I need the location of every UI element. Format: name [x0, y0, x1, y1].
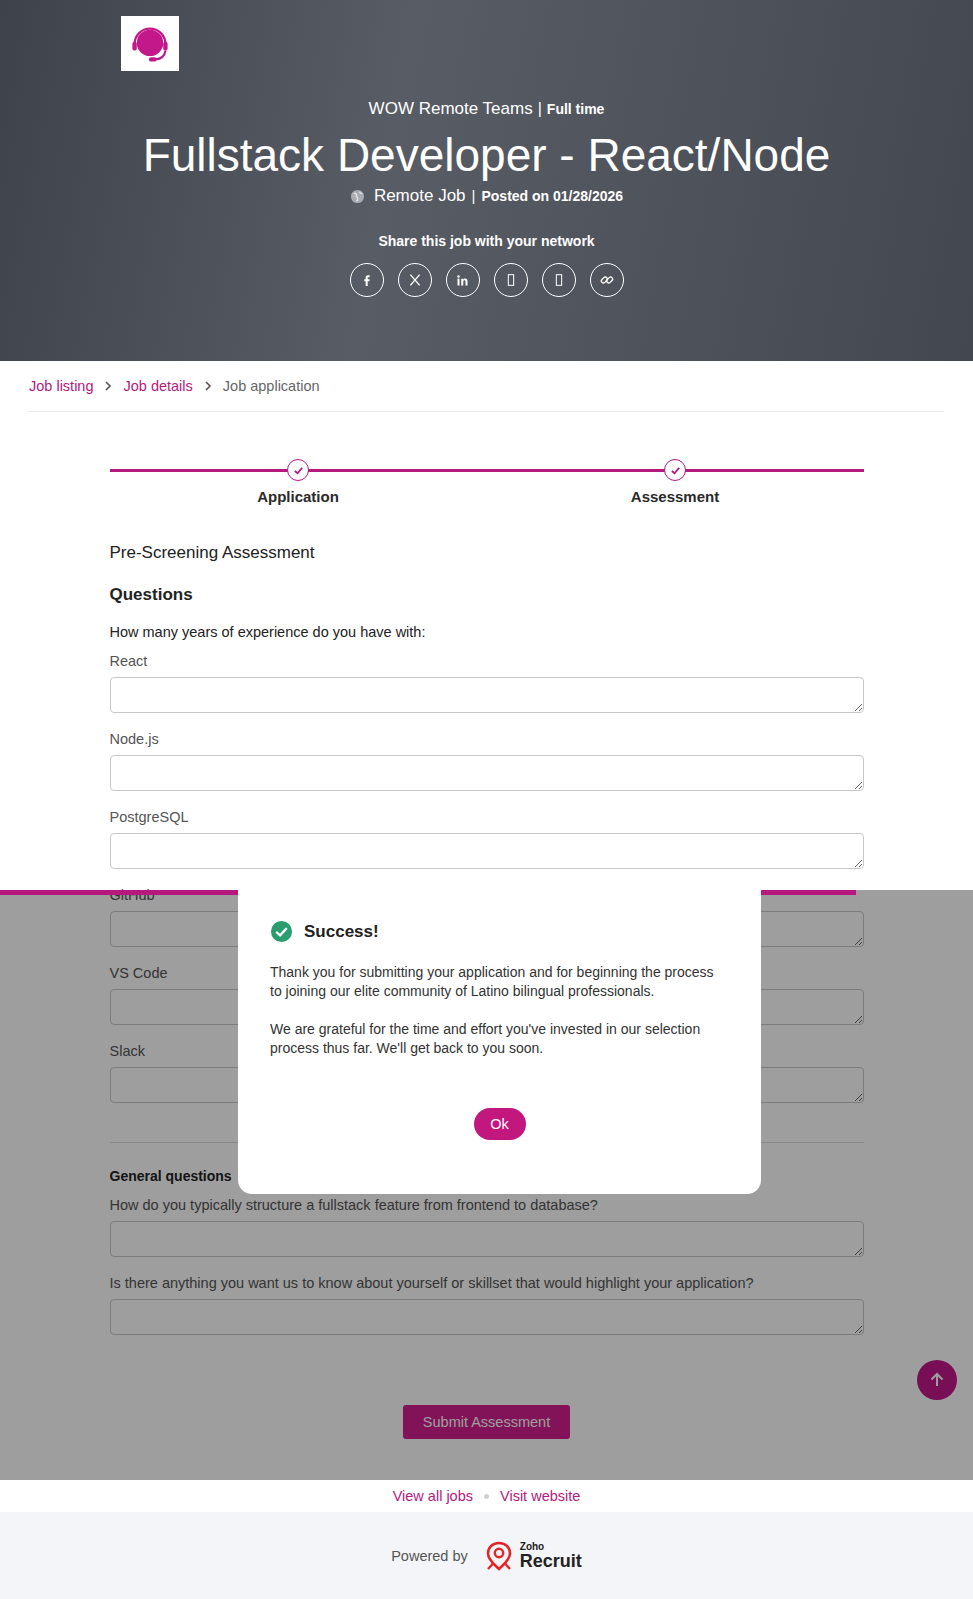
check-icon [293, 465, 304, 476]
share-button[interactable] [542, 263, 576, 297]
dialog-message: Thank you for submitting your applicatio… [270, 963, 729, 1001]
share-button[interactable] [494, 263, 528, 297]
job-title: Fullstack Developer - React/Node [143, 128, 831, 182]
job-header: WOW Remote Teams|Full timeFullstack Deve… [0, 0, 973, 361]
dialog-message: We are grateful for the time and effort … [270, 1020, 729, 1058]
share-buttons [350, 263, 624, 297]
company-name: WOW Remote Teams [369, 98, 533, 120]
job-application-page: WOW Remote Teams|Full timeFullstack Deve… [0, 0, 973, 1599]
step: Application [110, 459, 487, 506]
question-prompt: How many years of experience do you have… [110, 623, 864, 641]
form-field: Node.js [110, 730, 864, 791]
posted-date: Posted on 01/28/2026 [481, 185, 623, 207]
success-dialog: Success! Thank you for submitting your ap… [238, 890, 761, 1194]
brand-text: ZohoRecruit [520, 1542, 582, 1570]
dialog-header: Success! [270, 920, 729, 943]
breadcrumb-item: Job application [223, 378, 320, 394]
missing-glyph-icon [503, 272, 519, 288]
success-check-icon [270, 920, 293, 943]
separator-dot [484, 1494, 489, 1499]
breadcrumb: Job listing Job details Job application [29, 361, 944, 412]
check-icon [670, 465, 681, 476]
form-field: React [110, 652, 864, 713]
breadcrumb-item[interactable]: Job details [123, 378, 192, 394]
link-icon [599, 272, 615, 288]
separator: | [472, 185, 476, 207]
step-label: Assessment [631, 488, 719, 506]
brand-top: Zoho [520, 1542, 582, 1552]
zoho-recruit-logo[interactable]: ZohoRecruit [484, 1540, 582, 1572]
x-share-button[interactable] [398, 263, 432, 297]
company-line: WOW Remote Teams|Full time [369, 98, 605, 120]
step-circle [664, 459, 686, 481]
step-circle [287, 459, 309, 481]
powered-by-label: Powered by [391, 1548, 468, 1564]
stepper: Application Assessment [110, 459, 864, 506]
powered-by-footer: Powered by ZohoRecruit [0, 1512, 973, 1599]
share-label: Share this job with your network [378, 232, 594, 250]
recruit-pin-icon [484, 1540, 514, 1572]
separator: | [538, 98, 542, 120]
linkedin-share-button[interactable] [446, 263, 480, 297]
headset-logo-icon [128, 22, 172, 66]
answer-textarea[interactable] [110, 755, 864, 791]
field-label: React [110, 652, 864, 670]
missing-glyph-icon [551, 272, 567, 288]
footer-link[interactable]: Visit website [500, 1488, 580, 1504]
section-heading: Questions [110, 585, 864, 605]
job-location: Remote Job [374, 185, 466, 207]
answer-textarea[interactable] [110, 833, 864, 869]
job-meta: Remote Job |Posted on 01/28/2026 [350, 185, 623, 207]
form-field: PostgreSQL [110, 808, 864, 869]
facebook-icon [359, 272, 375, 288]
employment-type: Full time [547, 98, 605, 120]
form-title: Pre-Screening Assessment [110, 543, 864, 563]
copy-link-button[interactable] [590, 263, 624, 297]
step: Assessment [487, 459, 864, 506]
x-logo-icon [407, 272, 423, 288]
brand-name: Recruit [520, 1552, 582, 1570]
footer-links: View all jobs Visit website [0, 1480, 973, 1512]
globe-icon [350, 189, 365, 204]
chevron-right-icon [203, 381, 213, 391]
answer-textarea[interactable] [110, 677, 864, 713]
chevron-right-icon [103, 381, 113, 391]
company-logo[interactable] [121, 16, 179, 71]
linkedin-icon [455, 273, 470, 288]
field-label: PostgreSQL [110, 808, 864, 826]
facebook-share-button[interactable] [350, 263, 384, 297]
field-label: Node.js [110, 730, 864, 748]
footer-link[interactable]: View all jobs [393, 1488, 473, 1504]
step-label: Application [257, 488, 339, 506]
breadcrumb-item[interactable]: Job listing [29, 378, 93, 394]
dialog-title: Success! [304, 922, 379, 942]
ok-button[interactable]: Ok [474, 1108, 526, 1140]
